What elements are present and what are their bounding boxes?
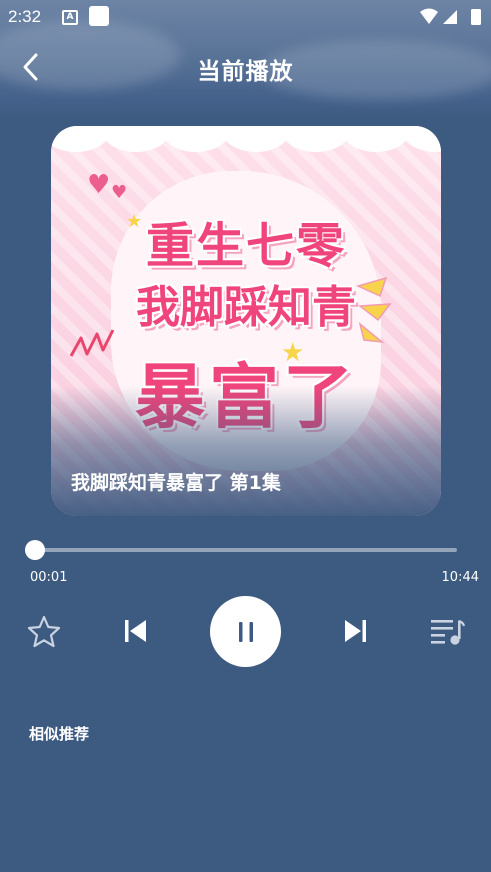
cover-title-line2: 我脚踩知青 xyxy=(136,282,356,333)
cover-shade xyxy=(51,386,441,516)
progress-bar[interactable] xyxy=(35,548,457,552)
skip-next-icon xyxy=(345,620,366,642)
star-icon xyxy=(27,615,61,648)
progress-thumb[interactable] xyxy=(25,540,45,560)
similar-section-title: 相似推荐 xyxy=(29,725,90,743)
skip-previous-icon xyxy=(125,620,146,642)
heart-icon: ♥ xyxy=(87,170,111,200)
previous-button[interactable] xyxy=(118,614,152,648)
wifi-icon xyxy=(420,8,438,24)
signal-icon xyxy=(443,10,457,24)
notification-a-icon: A xyxy=(62,10,78,25)
heart-icon: ♥ xyxy=(111,182,128,203)
page-title: 当前播放 xyxy=(197,59,294,85)
cover-title-line1: 重生七零 xyxy=(145,218,346,274)
status-bar: 2:32 A xyxy=(0,0,491,34)
system-icons xyxy=(420,8,481,25)
next-button[interactable] xyxy=(339,614,373,648)
notification-square-icon xyxy=(89,6,109,26)
favorite-button[interactable] xyxy=(25,613,63,651)
pause-icon xyxy=(238,621,253,642)
total-duration: 10:44 xyxy=(441,570,479,585)
album-cover: ♥ ♥ ★ ★ 重生七零 我脚踩知青 暴富了 我脚踩知青暴富了 第1集 xyxy=(51,126,441,516)
track-title: 我脚踩知青暴富了 第1集 xyxy=(71,472,281,494)
current-time: 00:01 xyxy=(30,570,68,585)
battery-icon xyxy=(471,9,481,25)
status-time: 2:32 xyxy=(8,7,42,26)
playlist-button[interactable] xyxy=(428,614,466,648)
playlist-icon xyxy=(431,619,465,645)
play-pause-button[interactable] xyxy=(210,596,281,667)
